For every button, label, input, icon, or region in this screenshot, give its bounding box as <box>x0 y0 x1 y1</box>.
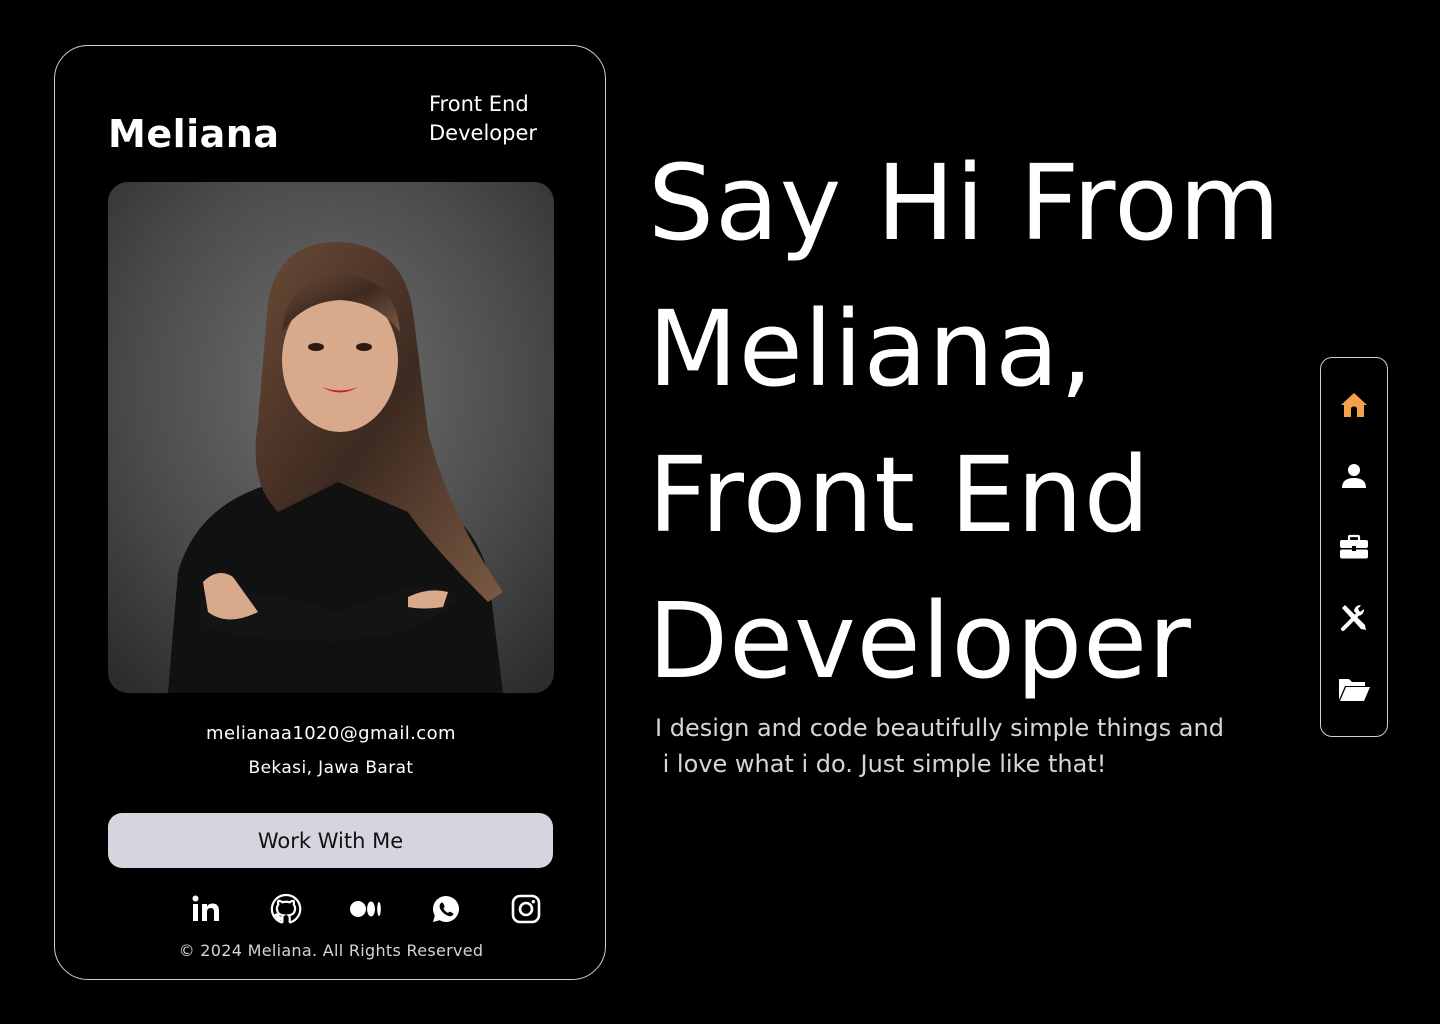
hero-title-line: Front End <box>648 434 1151 556</box>
linkedin-link[interactable] <box>188 891 224 927</box>
hero-description-line: I design and code beautifully simple thi… <box>655 714 1224 742</box>
hero-title: Say Hi From Meliana, Front End Developer <box>648 130 1328 714</box>
instagram-link[interactable] <box>508 891 544 927</box>
hero-title-line: Say Hi From <box>648 142 1282 264</box>
nav-item-experience[interactable] <box>1332 525 1376 569</box>
profile-card: Meliana Front End Developer melianaa1020… <box>54 45 606 980</box>
nav-item-skills[interactable] <box>1332 596 1376 640</box>
profile-role-line2: Developer <box>429 121 538 145</box>
whatsapp-link[interactable] <box>428 891 464 927</box>
page: Meliana Front End Developer melianaa1020… <box>0 0 1440 1024</box>
social-links <box>188 891 544 927</box>
github-icon <box>270 893 302 924</box>
folder-icon <box>1339 678 1370 701</box>
instagram-icon <box>511 894 541 924</box>
github-link[interactable] <box>268 891 304 927</box>
profile-role: Front End Developer <box>429 90 569 148</box>
work-with-me-button[interactable]: Work With Me <box>108 813 553 868</box>
profile-location: Bekasi, Jawa Barat <box>248 758 414 778</box>
nav-item-portfolio[interactable] <box>1332 667 1376 711</box>
profile-photo-illustration <box>108 182 554 693</box>
copyright-text: © 2024 Meliana. All Rights Reserved <box>178 941 484 960</box>
linkedin-icon <box>192 895 219 921</box>
tools-icon <box>1341 604 1366 631</box>
side-navigation <box>1320 357 1388 737</box>
profile-name: Meliana <box>108 112 280 156</box>
briefcase-icon <box>1340 534 1368 559</box>
medium-link[interactable] <box>348 891 384 927</box>
profile-email: melianaa1020@gmail.com <box>206 723 456 744</box>
hero-title-line: Developer <box>648 580 1192 702</box>
whatsapp-icon <box>433 896 460 922</box>
nav-item-home[interactable] <box>1332 383 1376 427</box>
profile-role-line1: Front End <box>429 92 529 116</box>
user-icon <box>1342 464 1366 489</box>
medium-icon <box>350 901 381 917</box>
hero-description-line: i love what i do. Just simple like that! <box>655 750 1107 778</box>
hero-title-line: Meliana, <box>648 288 1094 410</box>
nav-item-about[interactable] <box>1332 454 1376 498</box>
home-icon <box>1341 393 1367 418</box>
hero-description: I design and code beautifully simple thi… <box>655 710 1275 782</box>
profile-photo <box>108 182 554 693</box>
